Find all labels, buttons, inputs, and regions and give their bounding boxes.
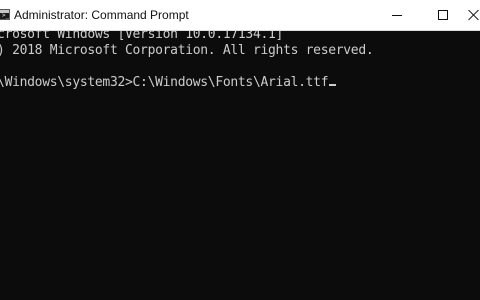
console-line-prompt[interactable]: C:\Windows\system32>C:\Windows\Fonts\Ari… bbox=[0, 75, 337, 91]
close-icon bbox=[468, 9, 480, 21]
minimize-button[interactable] bbox=[374, 0, 420, 30]
console-line-copyright: (c) 2018 Microsoft Corporation. All righ… bbox=[0, 43, 374, 58]
console-line-version: Microsoft Windows [Version 10.0.17134.1] bbox=[0, 31, 284, 42]
maximize-button[interactable] bbox=[420, 0, 466, 30]
command-prompt-icon[interactable]: >_ bbox=[0, 9, 10, 20]
console-output[interactable]: Microsoft Windows [Version 10.0.17134.1]… bbox=[0, 31, 480, 300]
title-bar[interactable]: >_ Administrator: Command Prompt bbox=[0, 0, 480, 31]
command-prompt-window: >_ Administrator: Command Prompt Microso… bbox=[0, 0, 480, 300]
close-button[interactable] bbox=[464, 0, 480, 30]
maximize-icon bbox=[438, 10, 448, 20]
minimize-icon bbox=[392, 15, 402, 16]
command-input-text[interactable]: C:\Windows\system32>C:\Windows\Fonts\Ari… bbox=[0, 75, 329, 90]
window-title: Administrator: Command Prompt bbox=[14, 8, 189, 22]
text-cursor bbox=[329, 84, 337, 86]
